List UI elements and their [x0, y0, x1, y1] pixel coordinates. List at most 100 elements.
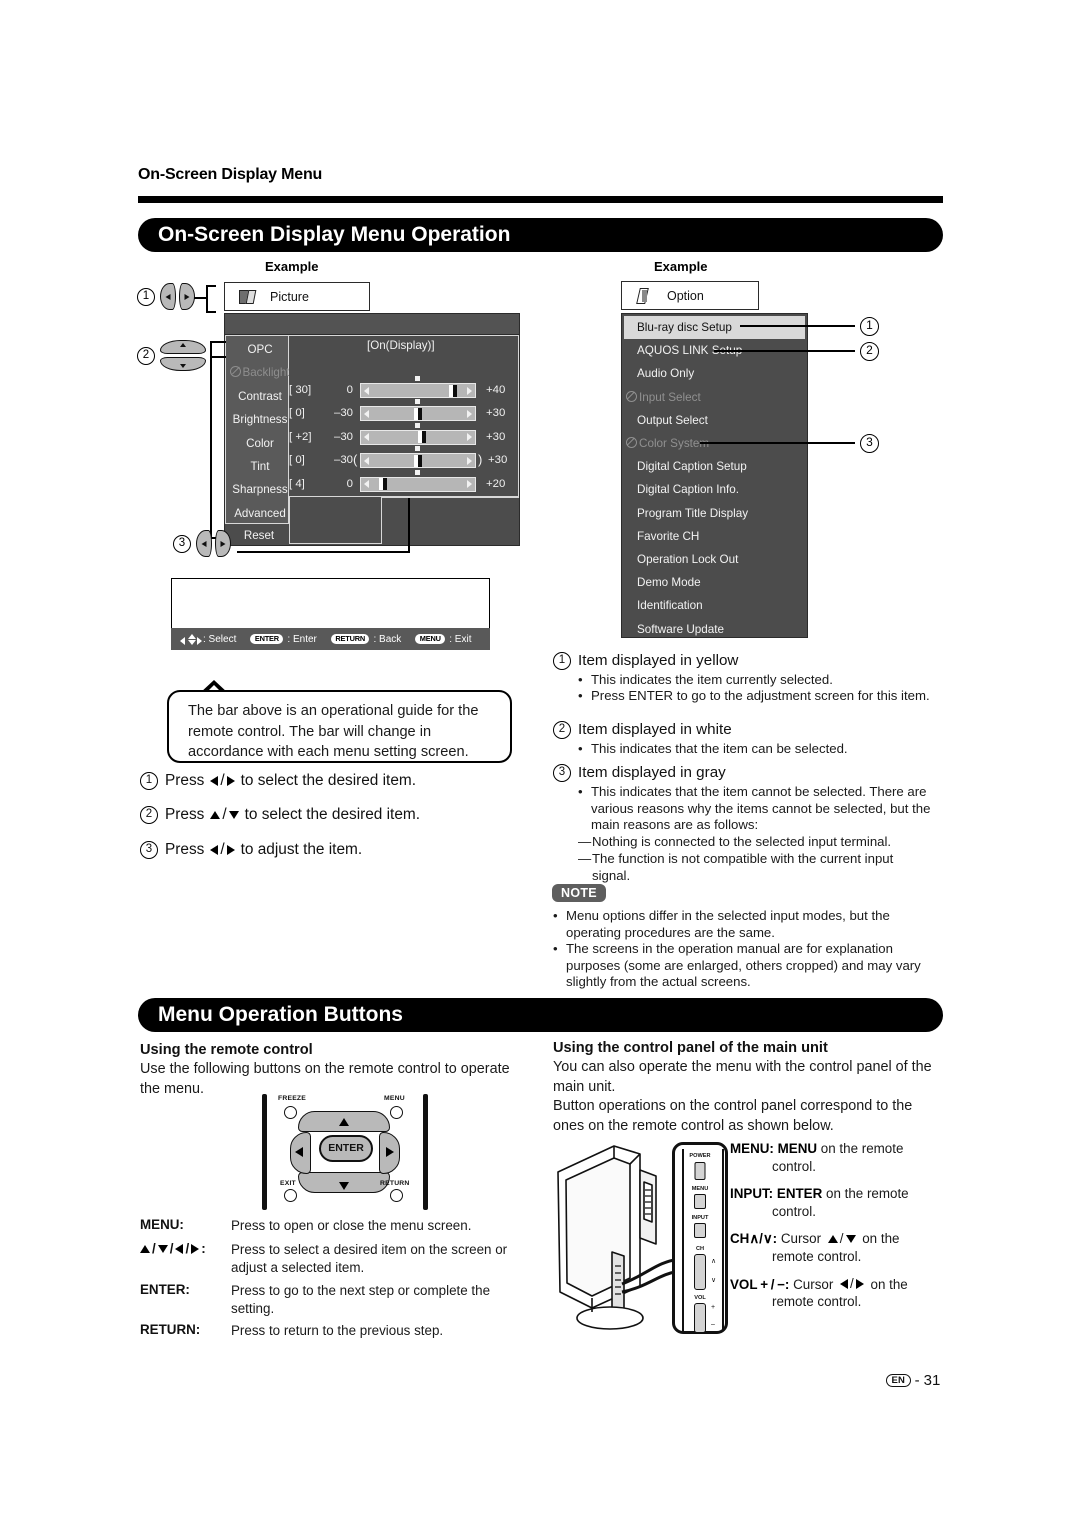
up-down-arrows-icon: /: [210, 806, 239, 824]
remote-freeze-button[interactable]: [284, 1106, 297, 1119]
picture-item-opc[interactable]: OPC: [230, 338, 290, 361]
picture-item-advanced[interactable]: Advanced: [230, 502, 290, 525]
remote-left-edge: [262, 1094, 267, 1210]
language-badge: EN: [886, 1373, 911, 1388]
slider-right-arrow-icon: [467, 456, 472, 465]
slider-brightness-bar[interactable]: [360, 406, 476, 422]
corr-menu-key: MENU:: [730, 1141, 774, 1156]
remote-exit-label: EXIT: [280, 1180, 296, 1187]
slider-contrast-knob[interactable]: [449, 384, 457, 397]
corr-vol-tail2: remote control.: [772, 1294, 862, 1310]
option-item-output-select[interactable]: Output Select: [624, 409, 807, 432]
cursor-up-down-icon: /: [827, 1230, 856, 1248]
slider-color-value: [ +2]: [289, 430, 312, 443]
option-tab[interactable]: Option: [621, 281, 759, 310]
option-item-digital-caption-setup[interactable]: Digital Caption Setup: [624, 455, 807, 478]
corr-vol-prefix: Cursor: [793, 1276, 834, 1292]
panel-vol-rocker[interactable]: [694, 1303, 706, 1333]
picture-menu-values: [On(Display)] [ 30] 0 +40 [ 0] –30 +30 […: [289, 335, 519, 497]
slider-color-bar[interactable]: [360, 429, 476, 445]
right-arrow-key-icon: [179, 283, 195, 310]
option-item-identification[interactable]: Identification: [624, 594, 807, 617]
corr-input-key: INPUT:: [730, 1186, 774, 1201]
option-item-audio-only[interactable]: Audio Only: [624, 362, 807, 385]
bullet-dot-icon: •: [578, 741, 583, 756]
osd-guide-bar: : Select ENTER : Enter RETURN : Back MEN…: [171, 628, 490, 650]
slider-color-knob[interactable]: [418, 431, 426, 444]
slider-row-brightness[interactable]: [ 0] –30 +30: [289, 399, 511, 425]
left-arrow-key-icon: [196, 530, 212, 557]
section-banner-menu-buttons: Menu Operation Buttons: [138, 998, 943, 1032]
remote-exit-button[interactable]: [284, 1189, 297, 1202]
option-item-operation-lock-out[interactable]: Operation Lock Out: [624, 548, 807, 571]
control-panel: POWER MENU INPUT CH ∧ ∨ VOL + –: [672, 1142, 728, 1334]
menu-key-pill: MENU: [415, 633, 446, 645]
remote-return-button[interactable]: [390, 1189, 403, 1202]
bullet-dot-icon: •: [578, 688, 583, 703]
panel-section-intro-2: Button operations on the control panel c…: [553, 1098, 913, 1134]
slider-row-sharpness[interactable]: [ 4] 0 +20: [289, 469, 511, 496]
option-item-bluray-disc-setup[interactable]: Blu-ray disc Setup: [624, 316, 805, 340]
legend-3: 3 Item displayed in gray: [553, 764, 726, 782]
slider-contrast-min: 0: [346, 384, 353, 396]
picture-item-sharpness[interactable]: Sharpness: [230, 478, 290, 501]
option-tab-label: Option: [667, 288, 704, 303]
remote-right-edge: [423, 1094, 428, 1210]
option-callout-2-line: [714, 350, 855, 352]
bracket-1-top: [206, 285, 216, 288]
picture-opc-value: [On(Display)]: [367, 339, 435, 352]
button-row-enter-key: ENTER:: [140, 1282, 190, 1297]
option-item-favorite-ch[interactable]: Favorite CH: [624, 525, 807, 548]
step-2-number: 2: [140, 806, 158, 824]
bracket-1-stem: [194, 297, 207, 300]
callout-3-line: [237, 551, 410, 554]
slider-color-min: –30: [333, 430, 353, 443]
slider-tint-bar[interactable]: [360, 453, 476, 469]
slider-row-tint[interactable]: [ 0] –30 ( ) +30: [289, 446, 511, 472]
step-3-pre: Press: [165, 841, 205, 858]
step-2: 2 Press / to select the desired item.: [140, 806, 420, 824]
remote-enter-button[interactable]: ENTER: [319, 1135, 373, 1162]
corr-menu-maps: MENU: [777, 1141, 818, 1156]
option-item-program-title-display[interactable]: Program Title Display: [624, 502, 807, 525]
left-right-arrows-icon: /: [210, 841, 235, 859]
slider-brightness-value: [ 0]: [289, 407, 305, 420]
legend-2-bullet-1: • This indicates that the item can be se…: [578, 741, 938, 758]
panel-section-intro-1: You can also operate the menu with the c…: [553, 1059, 932, 1095]
slider-right-arrow-icon: [467, 386, 472, 395]
slider-row-color[interactable]: [ +2] –30 +30: [289, 422, 511, 449]
slider-brightness-knob[interactable]: [414, 407, 422, 420]
panel-vol-label: VOL: [694, 1295, 706, 1301]
picture-item-contrast[interactable]: Contrast: [230, 385, 290, 408]
slider-contrast-value: [ 30]: [289, 384, 312, 396]
remote-left-arrow-icon: [295, 1147, 303, 1157]
callout-3-left: 3: [173, 530, 231, 557]
picture-item-color[interactable]: Color: [230, 432, 290, 455]
panel-input-button[interactable]: [694, 1223, 706, 1238]
correspondence-ch: CH∧/∨: Cursor / on the remote control.: [730, 1230, 955, 1265]
option-item-digital-caption-info[interactable]: Digital Caption Info.: [624, 478, 807, 501]
slider-sharpness-bar[interactable]: [360, 476, 476, 492]
panel-power-button[interactable]: [694, 1162, 706, 1180]
picture-tab[interactable]: Picture: [224, 282, 370, 311]
slider-contrast-bar[interactable]: [360, 383, 476, 398]
slider-sharpness-knob[interactable]: [379, 478, 387, 491]
slider-left-arrow-icon: [364, 433, 369, 442]
slider-left-arrow-icon: [364, 456, 369, 465]
panel-menu-label: MENU: [691, 1186, 709, 1192]
slider-tint-knob[interactable]: [414, 454, 422, 467]
remote-menu-button[interactable]: [390, 1106, 403, 1119]
slider-row-contrast[interactable]: [ 30] 0 +40: [289, 376, 511, 402]
remote-right-arrow-icon: [386, 1147, 394, 1157]
option-item-software-update[interactable]: Software Update: [624, 618, 807, 641]
slider-left-arrow-icon: [364, 386, 369, 395]
picture-item-reset[interactable]: Reset: [229, 524, 289, 547]
step-3-number: 3: [140, 841, 158, 859]
picture-item-brightness[interactable]: Brightness: [230, 408, 290, 431]
header-rule: [138, 196, 943, 203]
panel-menu-button[interactable]: [694, 1194, 706, 1209]
picture-item-tint[interactable]: Tint: [230, 455, 290, 478]
button-row-return-key: RETURN:: [140, 1322, 201, 1337]
panel-ch-rocker[interactable]: [694, 1254, 706, 1290]
option-item-demo-mode[interactable]: Demo Mode: [624, 571, 807, 594]
